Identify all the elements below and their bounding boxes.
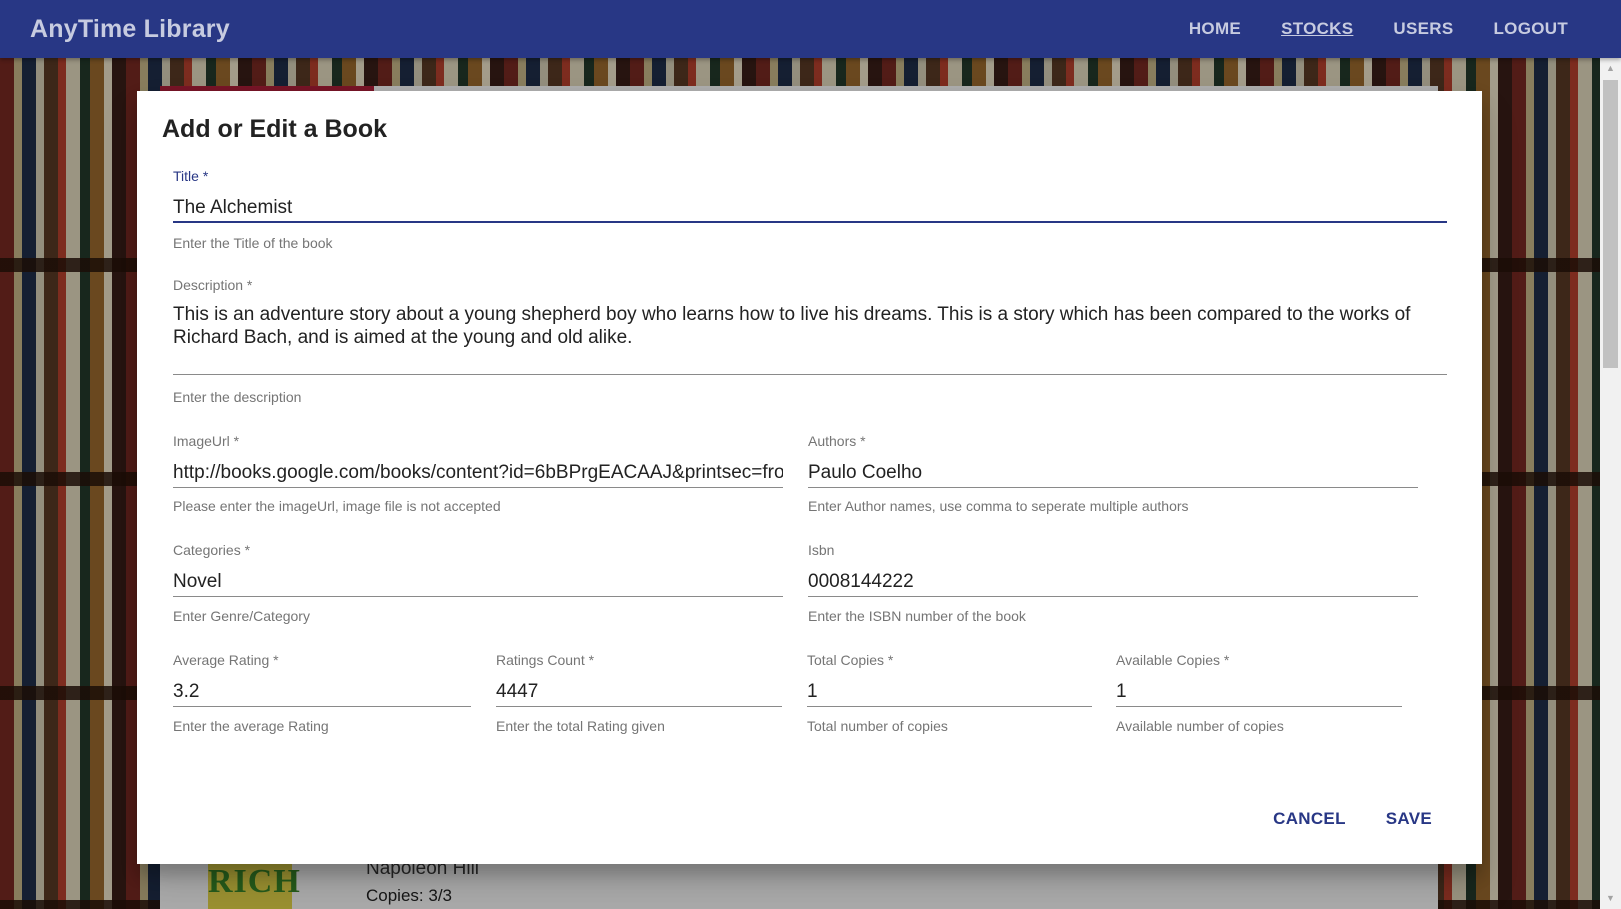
authors-field: Authors * Enter Author names, use comma … [808,433,1418,514]
available-copies-field: Available Copies * Available number of c… [1116,652,1402,734]
ratings-count-label: Ratings Count * [496,652,595,668]
average-rating-hint: Enter the average Rating [173,718,329,734]
app-bar: AnyTime Library HOME STOCKS USERS LOGOUT [0,0,1621,58]
total-copies-input[interactable] [807,672,1092,707]
total-copies-label: Total Copies * [807,652,894,668]
average-rating-field: Average Rating * Enter the average Ratin… [173,652,471,734]
categories-field: Categories * Enter Genre/Category [173,542,783,624]
available-copies-hint: Available number of copies [1116,718,1284,734]
title-input[interactable] [173,188,1447,223]
description-hint: Enter the description [173,389,302,405]
total-copies-field: Total Copies * Total number of copies [807,652,1092,734]
top-nav: HOME STOCKS USERS LOGOUT [1189,0,1568,58]
app-title: AnyTime Library [30,15,230,43]
nav-home[interactable]: HOME [1189,19,1241,39]
scrollbar-thumb[interactable] [1603,80,1618,368]
description-label: Description * [173,277,253,293]
scroll-up-icon[interactable]: ▲ [1600,60,1621,77]
page-scrollbar[interactable]: ▲ ▼ [1600,58,1621,909]
image-url-hint: Please enter the imageUrl, image file is… [173,498,501,514]
nav-logout[interactable]: LOGOUT [1493,19,1568,39]
categories-label: Categories * [173,542,251,558]
dialog-actions: CANCEL SAVE [1273,809,1432,829]
categories-hint: Enter Genre/Category [173,608,310,624]
title-field: Title * Enter the Title of the book [173,168,1447,251]
authors-hint: Enter Author names, use comma to seperat… [808,498,1189,514]
isbn-input[interactable] [808,562,1418,597]
authors-label: Authors * [808,433,866,449]
image-url-input[interactable] [173,453,783,488]
description-input[interactable]: This is an adventure story about a young… [173,297,1447,375]
average-rating-label: Average Rating * [173,652,279,668]
total-copies-hint: Total number of copies [807,718,948,734]
isbn-label: Isbn [808,542,835,558]
save-button[interactable]: SAVE [1386,809,1432,829]
dialog-title: Add or Edit a Book [162,115,387,143]
title-hint: Enter the Title of the book [173,235,333,251]
scroll-down-icon[interactable]: ▼ [1600,890,1621,907]
authors-input[interactable] [808,453,1418,488]
ratings-count-hint: Enter the total Rating given [496,718,665,734]
ratings-count-input[interactable] [496,672,782,707]
nav-stocks[interactable]: STOCKS [1281,19,1353,39]
average-rating-input[interactable] [173,672,471,707]
isbn-hint: Enter the ISBN number of the book [808,608,1026,624]
nav-users[interactable]: USERS [1393,19,1453,39]
edit-book-dialog: Add or Edit a Book Title * Enter the Tit… [137,91,1482,864]
image-url-field: ImageUrl * Please enter the imageUrl, im… [173,433,783,514]
categories-input[interactable] [173,562,783,597]
ratings-count-field: Ratings Count * Enter the total Rating g… [496,652,782,734]
image-url-label: ImageUrl * [173,433,240,449]
title-label: Title * [173,168,209,184]
isbn-field: Isbn Enter the ISBN number of the book [808,542,1418,624]
available-copies-input[interactable] [1116,672,1402,707]
description-field: Description * This is an adventure story… [173,277,1447,407]
cancel-button[interactable]: CANCEL [1273,809,1346,829]
available-copies-label: Available Copies * [1116,652,1230,668]
